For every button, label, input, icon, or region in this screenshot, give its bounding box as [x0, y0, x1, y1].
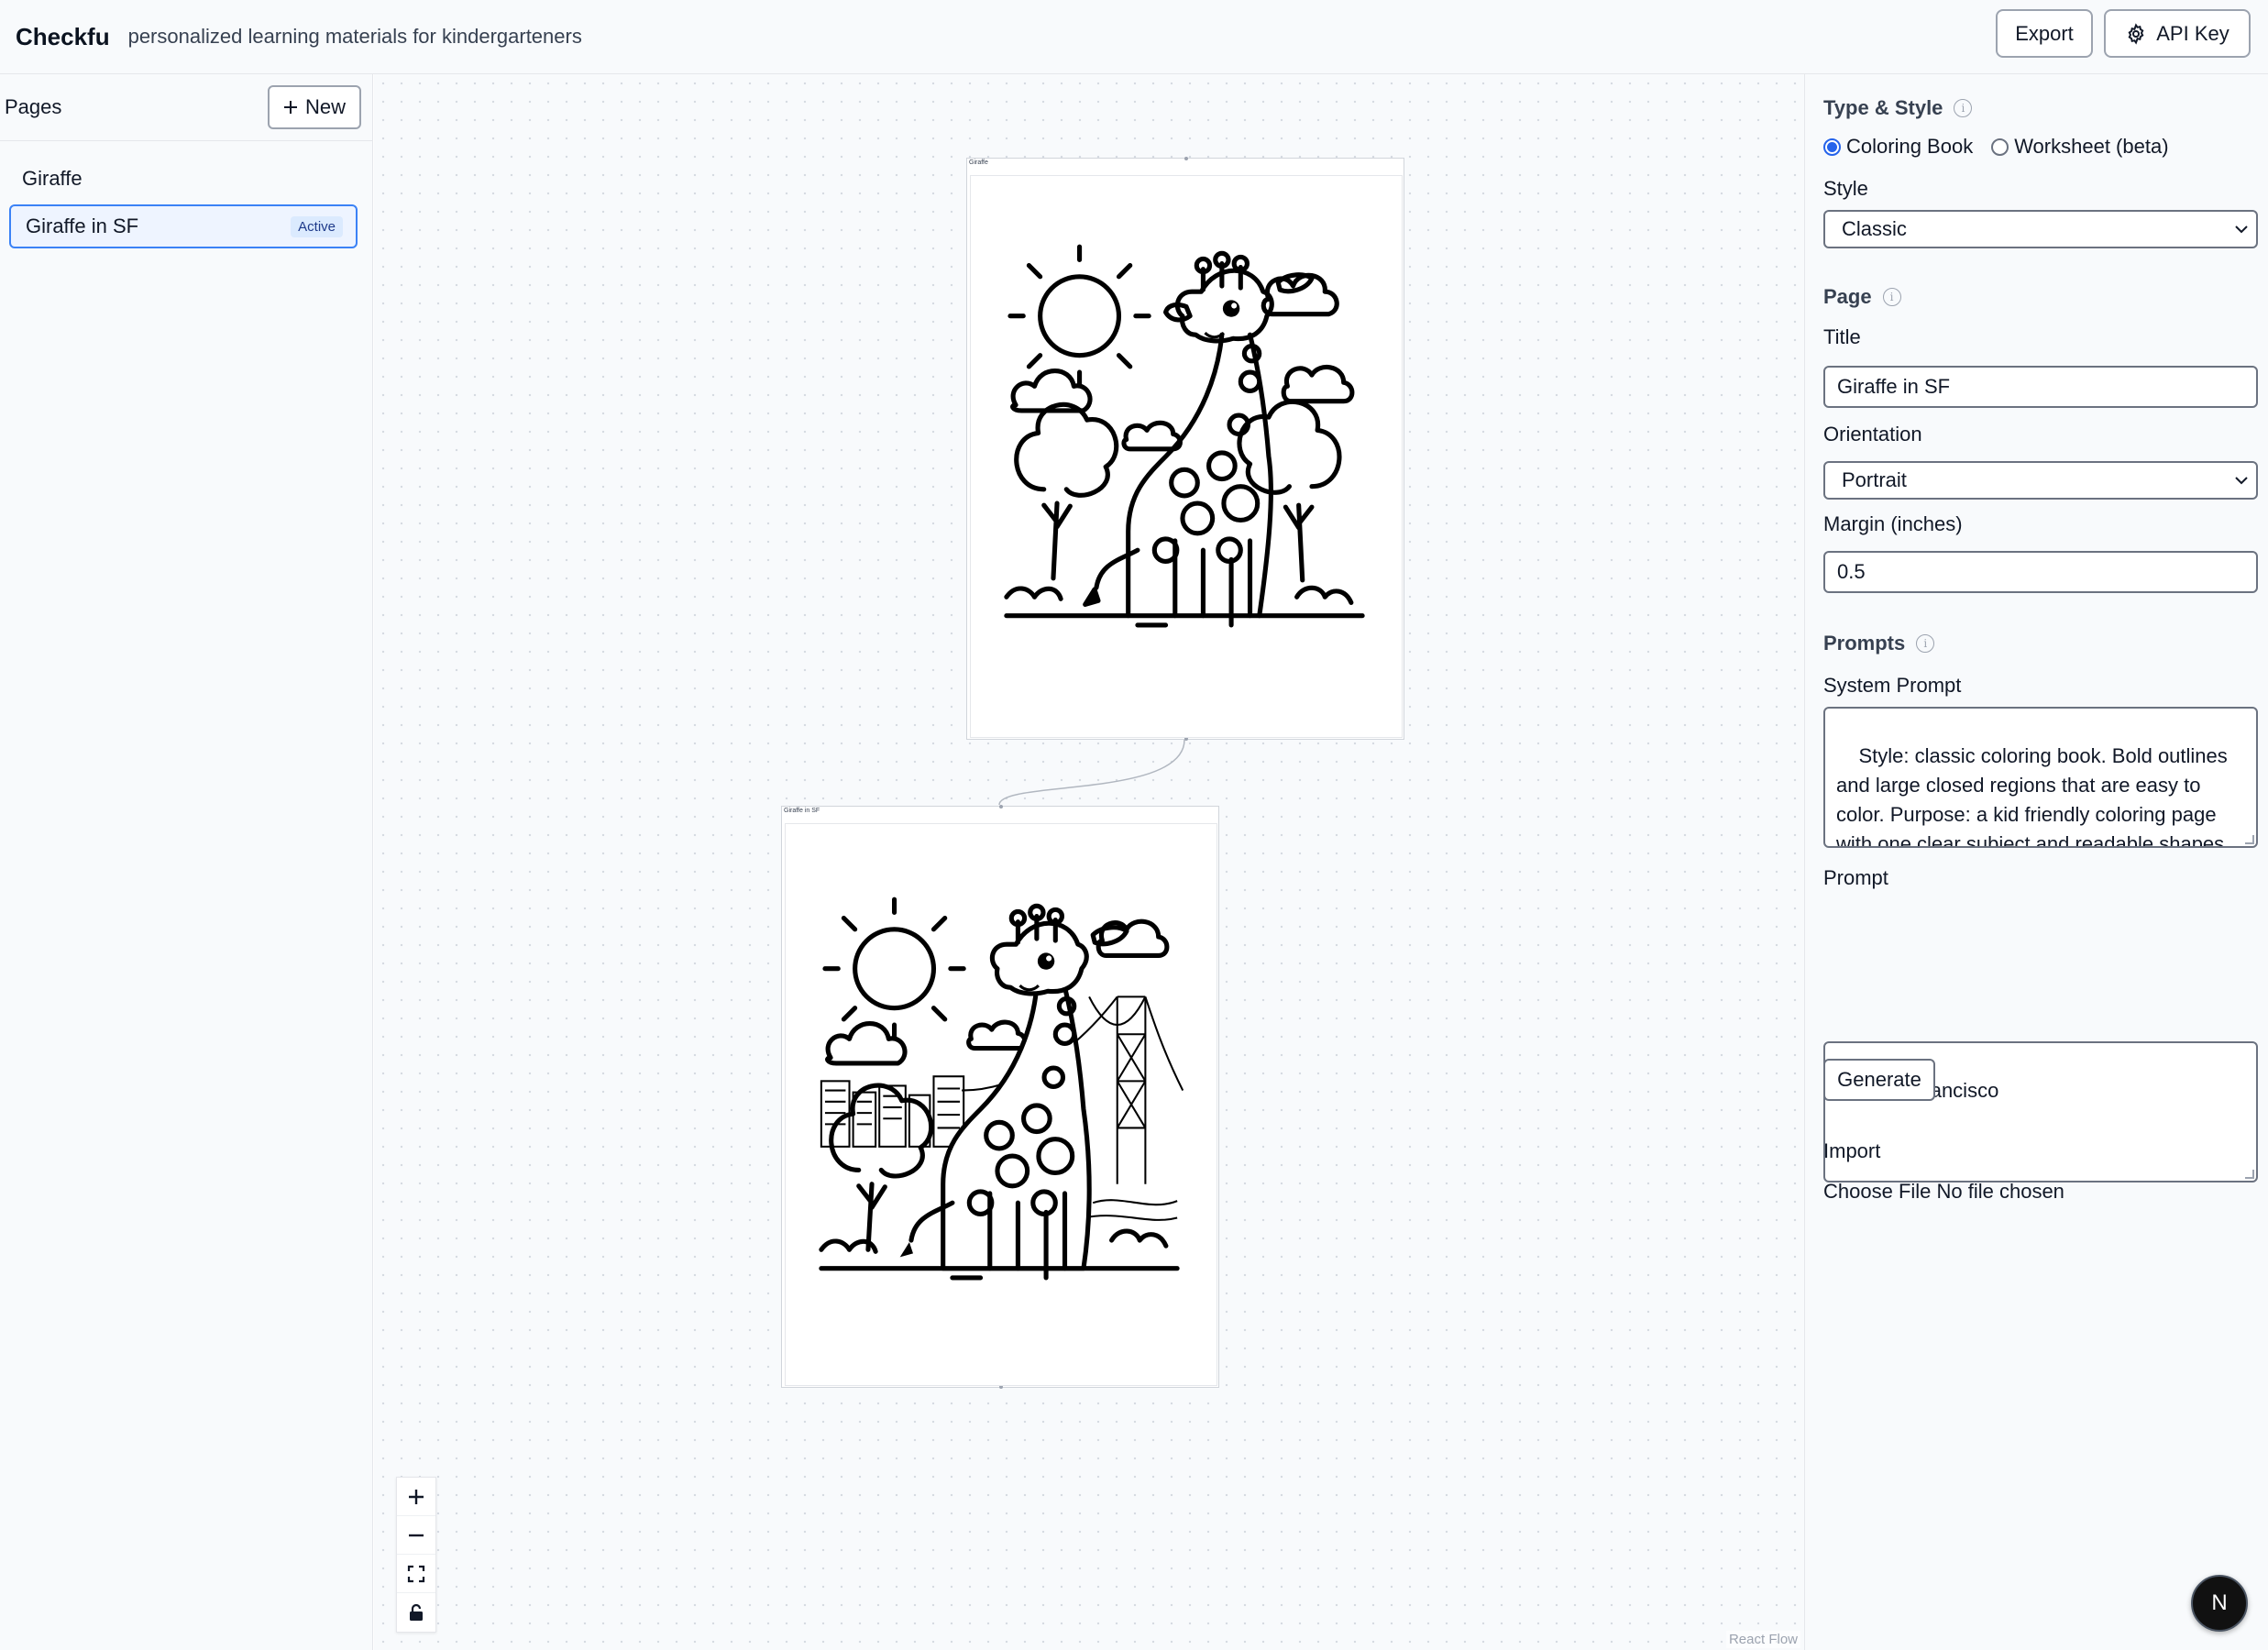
prompts-heading: Prompts i — [1823, 632, 1935, 655]
page-item-label: Giraffe — [22, 167, 83, 190]
fit-view-button[interactable] — [397, 1555, 435, 1593]
lock-icon — [410, 1603, 423, 1621]
resize-handle[interactable] — [2245, 835, 2254, 844]
sidebar-title: Pages — [5, 95, 62, 118]
flow-controls — [396, 1477, 436, 1633]
margin-label: Margin (inches) — [1823, 512, 1963, 535]
import-label: Import — [1823, 1139, 1881, 1162]
type-style-heading: Type & Style i — [1823, 96, 1973, 120]
gear-icon — [2128, 22, 2144, 45]
page-heading: Page i — [1823, 285, 1901, 309]
title-input[interactable]: Giraffe in SF — [1823, 366, 2258, 408]
node-handle-top[interactable] — [999, 805, 1003, 808]
node-title: Giraffe — [969, 160, 988, 166]
type-radio-group: Coloring Book Worksheet (beta) — [1823, 135, 2169, 159]
section-title: Prompts — [1823, 632, 1906, 654]
radio-unchecked-icon[interactable] — [1991, 138, 2009, 156]
zoom-out-button[interactable] — [397, 1516, 435, 1555]
page-node-giraffe-in-sf[interactable]: Giraffe in SF — [781, 805, 1219, 1389]
app-brand: Checkfu — [16, 22, 110, 50]
plus-icon — [283, 101, 297, 114]
system-prompt-label: System Prompt — [1823, 674, 1962, 697]
style-select-value: Classic — [1842, 217, 1907, 240]
radio-checked-icon[interactable] — [1823, 138, 1841, 156]
new-page-label: New — [304, 95, 346, 118]
style-select[interactable]: Classic — [1823, 210, 2258, 248]
node-handle-top[interactable] — [1184, 157, 1188, 160]
sidebar-header: Pages New — [0, 74, 372, 141]
new-page-button[interactable]: New — [268, 85, 361, 129]
export-button[interactable]: Export — [1996, 9, 2093, 58]
app-tagline: personalized learning materials for kind… — [127, 25, 582, 48]
info-icon[interactable]: i — [1882, 288, 1901, 306]
page-item-label: Giraffe in SF — [26, 214, 139, 237]
chevron-down-icon — [2235, 226, 2248, 234]
user-avatar[interactable]: N — [2191, 1575, 2248, 1632]
chevron-down-icon — [2235, 477, 2248, 485]
orientation-select-value: Portrait — [1842, 468, 1907, 491]
radio-worksheet[interactable]: Worksheet (beta) — [1991, 135, 2169, 159]
node-title: Giraffe in SF — [784, 808, 820, 814]
file-input[interactable]: Choose File No file chosen — [1823, 1180, 2064, 1204]
radio-label: Worksheet (beta) — [2014, 135, 2169, 158]
react-flow-attribution[interactable]: React Flow — [1725, 1631, 1800, 1648]
system-prompt-text: Style: classic coloring book. Bold outli… — [1836, 744, 2230, 848]
section-title: Type & Style — [1823, 96, 1943, 119]
zoom-out-icon — [409, 1534, 424, 1536]
api-key-label: API Key — [2156, 21, 2229, 45]
title-label: Title — [1823, 325, 1861, 348]
api-key-button[interactable]: API Key — [2104, 9, 2251, 58]
radio-coloring-book[interactable]: Coloring Book — [1823, 135, 1973, 159]
pages-sidebar: Pages New Giraffe Giraffe in SF Active — [0, 74, 373, 1650]
zoom-in-icon — [409, 1489, 424, 1504]
page-item-giraffe[interactable]: Giraffe — [9, 157, 358, 201]
margin-input[interactable]: 0.5 — [1823, 551, 2258, 593]
generate-button[interactable]: Generate — [1823, 1059, 1935, 1101]
orientation-select[interactable]: Portrait — [1823, 461, 2258, 500]
giraffe-coloring-illustration — [1004, 244, 1365, 628]
active-badge: Active — [291, 215, 343, 237]
page-node-giraffe[interactable]: Giraffe — [966, 157, 1404, 741]
info-icon[interactable]: i — [1954, 99, 1973, 117]
properties-panel: Type & Style i Coloring Book Worksheet (… — [1804, 74, 2268, 1650]
app-header: Checkfu personalized learning materials … — [0, 0, 2268, 74]
flow-canvas[interactable]: Giraffe Giraffe in SF React Flow — [374, 74, 1804, 1650]
resize-handle[interactable] — [2245, 1170, 2254, 1179]
lock-button[interactable] — [397, 1593, 435, 1632]
zoom-in-button[interactable] — [397, 1478, 435, 1516]
orientation-label: Orientation — [1823, 423, 1922, 446]
page-item-giraffe-in-sf[interactable]: Giraffe in SF Active — [9, 204, 358, 248]
radio-label: Coloring Book — [1846, 135, 1974, 158]
style-label: Style — [1823, 177, 1868, 200]
fit-view-icon — [407, 1565, 425, 1582]
section-title: Page — [1823, 285, 1872, 308]
system-prompt-textarea[interactable]: Style: classic coloring book. Bold outli… — [1823, 707, 2258, 848]
info-icon[interactable]: i — [1916, 634, 1935, 653]
giraffe-sf-coloring-illustration — [819, 896, 1184, 1281]
prompt-label: Prompt — [1823, 866, 1888, 889]
